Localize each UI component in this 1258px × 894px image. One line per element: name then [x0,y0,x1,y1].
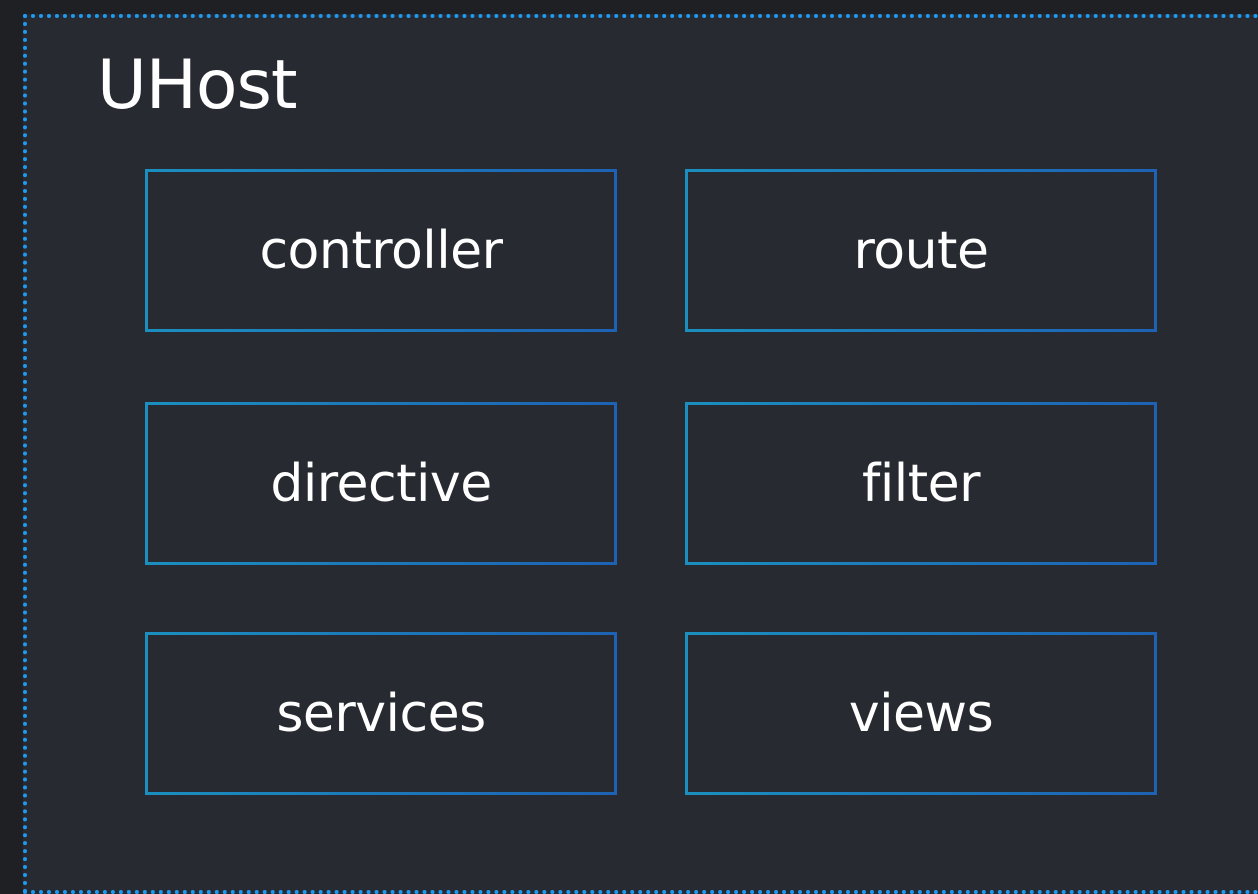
module-label: services [276,683,486,744]
module-filter: filter [685,402,1157,565]
module-label: filter [862,453,980,514]
module-directive: directive [145,402,617,565]
module-views: views [685,632,1157,795]
container-title: UHost [97,46,298,125]
module-route: route [685,169,1157,332]
module-label: views [848,683,994,744]
module-label: controller [259,220,503,281]
module-services: services [145,632,617,795]
uhost-container: UHost controller route directive filter … [23,14,1258,894]
module-label: directive [270,453,492,514]
module-controller: controller [145,169,617,332]
module-label: route [853,220,989,281]
